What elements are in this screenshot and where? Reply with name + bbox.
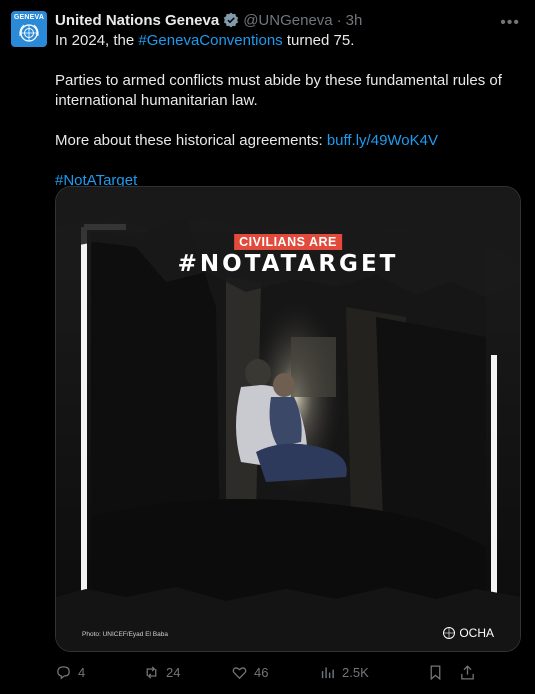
share-button[interactable] [459,664,476,681]
bookmark-icon [430,664,441,680]
repost-button[interactable]: 24 [143,664,231,681]
avatar[interactable]: GENEVA [11,11,47,47]
reply-count: 4 [78,664,86,680]
reply-button[interactable]: 4 [55,664,143,681]
text-span: More about these historical agreements: [55,132,327,149]
tweet-header: United Nations Geneva @UNGeneva · 3h [55,10,515,30]
tweet-line-1: In 2024, the #GenevaConventions turned 7… [55,31,517,51]
share-icon [461,664,474,680]
like-button[interactable]: 46 [231,664,319,681]
tweet-image[interactable]: CIVILIANS ARE #NOTATARGET Photo: UNICEF/… [55,186,521,652]
ocha-text: OCHA [459,626,494,640]
views-count: 2.5K [342,664,369,680]
tweet-text: In 2024, the #GenevaConventions turned 7… [55,31,517,191]
author-name[interactable]: United Nations Geneva [55,12,219,29]
tweet-paragraph-2: Parties to armed conflicts must abide by… [55,72,502,109]
more-options-icon[interactable]: ••• [500,14,520,32]
un-emblem-icon [443,627,456,639]
external-link[interactable]: buff.ly/49WoK4V [327,132,438,149]
ocha-logo: OCHA [442,626,494,640]
text-span: In 2024, the [55,32,139,49]
tweet-paragraph-3: More about these historical agreements: … [55,131,517,151]
views-icon [321,667,334,678]
reply-icon [57,665,70,679]
repost-count: 24 [166,664,181,680]
poster-title: #NOTATARGET [177,251,399,277]
repost-icon [146,665,157,679]
hashtag-genevaconventions[interactable]: #GenevaConventions [138,32,282,49]
photo-credit: Photo: UNICEF/Eyad El Baba [82,631,168,638]
bookmark-button[interactable] [427,664,459,681]
separator: · [336,11,342,29]
text-span: turned 75. [282,32,355,49]
verified-badge-icon [224,12,239,28]
action-bar: 4 24 46 2.5K [55,662,525,682]
avatar-label: GENEVA [13,14,45,21]
poster-label: CIVILIANS ARE [234,234,342,250]
author-handle[interactable]: @UNGeneva [243,12,332,29]
timestamp[interactable]: 3h [346,12,363,29]
views-button[interactable]: 2.5K [319,664,427,681]
heart-icon [232,666,247,679]
like-count: 46 [254,664,269,680]
un-emblem-icon [19,24,39,42]
